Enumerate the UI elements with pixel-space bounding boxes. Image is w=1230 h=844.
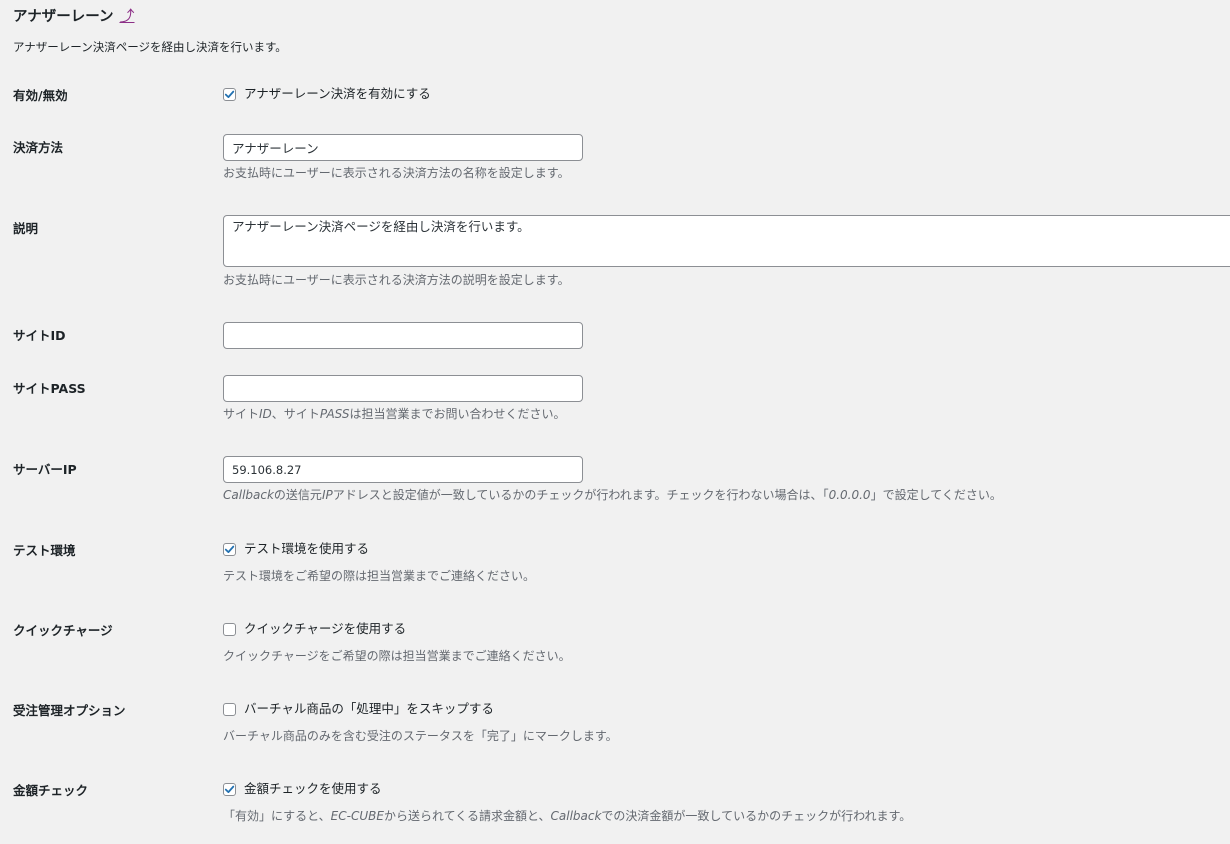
explanation-description: お支払時にユーザーに表示される決済方法の説明を設定します。 — [223, 273, 570, 287]
amount-check-checkbox-row[interactable]: 金額チェックを使用する — [223, 780, 382, 798]
site-id-input[interactable] — [223, 322, 583, 349]
section-title-text: アナザーレーン — [13, 9, 114, 25]
test-env-label: テスト環境 — [13, 543, 76, 558]
server-ip-description: Callbackの送信元IPアドレスと設定値が一致しているかのチェックが行われま… — [223, 487, 1002, 504]
desc-part-italic: Callback — [550, 809, 602, 823]
test-env-checkbox-row[interactable]: テスト環境を使用する — [223, 540, 369, 558]
section-title: アナザーレーン ⤴ — [13, 6, 135, 27]
desc-part: は担当営業までお問い合わせください。 — [349, 407, 566, 421]
site-pass-input[interactable] — [223, 375, 583, 402]
desc-part: での決済金額が一致しているかのチェックが行われます。 — [601, 809, 912, 823]
settings-page: アナザーレーン ⤴ アナザーレーン決済ページを経由し決済を行います。 有効/無効 … — [0, 0, 1230, 844]
desc-part-italic: EC-CUBE — [330, 809, 384, 823]
checkmark-icon — [224, 785, 235, 793]
desc-part-italic: Callback — [223, 488, 274, 502]
desc-part: 、サイト — [271, 407, 320, 421]
explanation-label: 説明 — [13, 221, 39, 236]
quick-charge-checkbox[interactable] — [223, 622, 236, 636]
explanation-textarea[interactable]: アナザーレーン決済ページを経由し決済を行います。 — [223, 215, 1230, 267]
method-description: お支払時にユーザーに表示される決済方法の名称を設定します。 — [223, 166, 570, 180]
server-ip-input[interactable] — [223, 456, 583, 483]
order-option-checkbox-label: バーチャル商品の「処理中」をスキップする — [244, 701, 494, 716]
quick-charge-checkbox-label: クイックチャージを使用する — [244, 621, 407, 636]
desc-part: 「有効」にすると、 — [223, 809, 331, 823]
arrow-up-right-icon[interactable]: ⤴ — [119, 7, 134, 25]
enabled-checkbox-label: アナザーレーン決済を有効にする — [244, 86, 431, 101]
site-pass-label: サイトPASS — [13, 381, 86, 396]
desc-part-italic: PASS — [319, 407, 350, 421]
desc-part: の送信元 — [273, 488, 322, 502]
amount-check-checkbox[interactable] — [223, 782, 236, 796]
desc-part-italic: ID — [259, 407, 272, 421]
desc-part: から送られてくる請求金額と、 — [383, 809, 551, 823]
checkmark-icon — [224, 545, 235, 553]
test-env-checkbox-label: テスト環境を使用する — [244, 541, 370, 556]
site-pass-description: サイトID、サイトPASSは担当営業までお問い合わせください。 — [223, 406, 565, 423]
method-input[interactable] — [223, 134, 583, 161]
quick-charge-label: クイックチャージ — [13, 623, 113, 638]
test-env-description: テスト環境をご希望の際は担当営業までご連絡ください。 — [223, 569, 536, 583]
enabled-label: 有効/無効 — [13, 88, 68, 103]
method-label: 決済方法 — [13, 140, 64, 155]
amount-check-checkbox-label: 金額チェックを使用する — [244, 781, 382, 796]
desc-part-italic: 0.0.0.0 — [828, 488, 871, 502]
site-id-label: サイトID — [13, 328, 66, 343]
server-ip-label: サーバーIP — [13, 462, 77, 477]
quick-charge-checkbox-row[interactable]: クイックチャージを使用する — [223, 620, 406, 638]
amount-check-label: 金額チェック — [13, 783, 89, 798]
checkmark-icon — [224, 90, 235, 98]
test-env-checkbox[interactable] — [223, 542, 236, 556]
enabled-checkbox-row[interactable]: アナザーレーン決済を有効にする — [223, 85, 431, 103]
order-option-checkbox[interactable] — [223, 702, 236, 716]
desc-part: サイト — [223, 407, 260, 421]
order-option-checkbox-row[interactable]: バーチャル商品の「処理中」をスキップする — [223, 700, 494, 718]
desc-part: アドレスと設定値が一致しているかのチェックが行われます。チェックを行わない場合は… — [332, 488, 829, 502]
enabled-checkbox[interactable] — [223, 87, 236, 101]
section-intro: アナザーレーン決済ページを経由し決済を行います。 — [13, 40, 287, 54]
quick-charge-description: クイックチャージをご希望の際は担当営業までご連絡ください。 — [223, 649, 571, 663]
order-option-description: バーチャル商品のみを含む受注のステータスを「完了」にマークします。 — [223, 729, 618, 743]
order-option-label: 受注管理オプション — [13, 703, 126, 718]
amount-check-description: 「有効」にすると、EC-CUBEから送られてくる請求金額と、Callbackでの… — [223, 808, 911, 825]
desc-part: 」で設定してください。 — [870, 488, 1002, 502]
desc-part-italic: IP — [321, 488, 333, 502]
